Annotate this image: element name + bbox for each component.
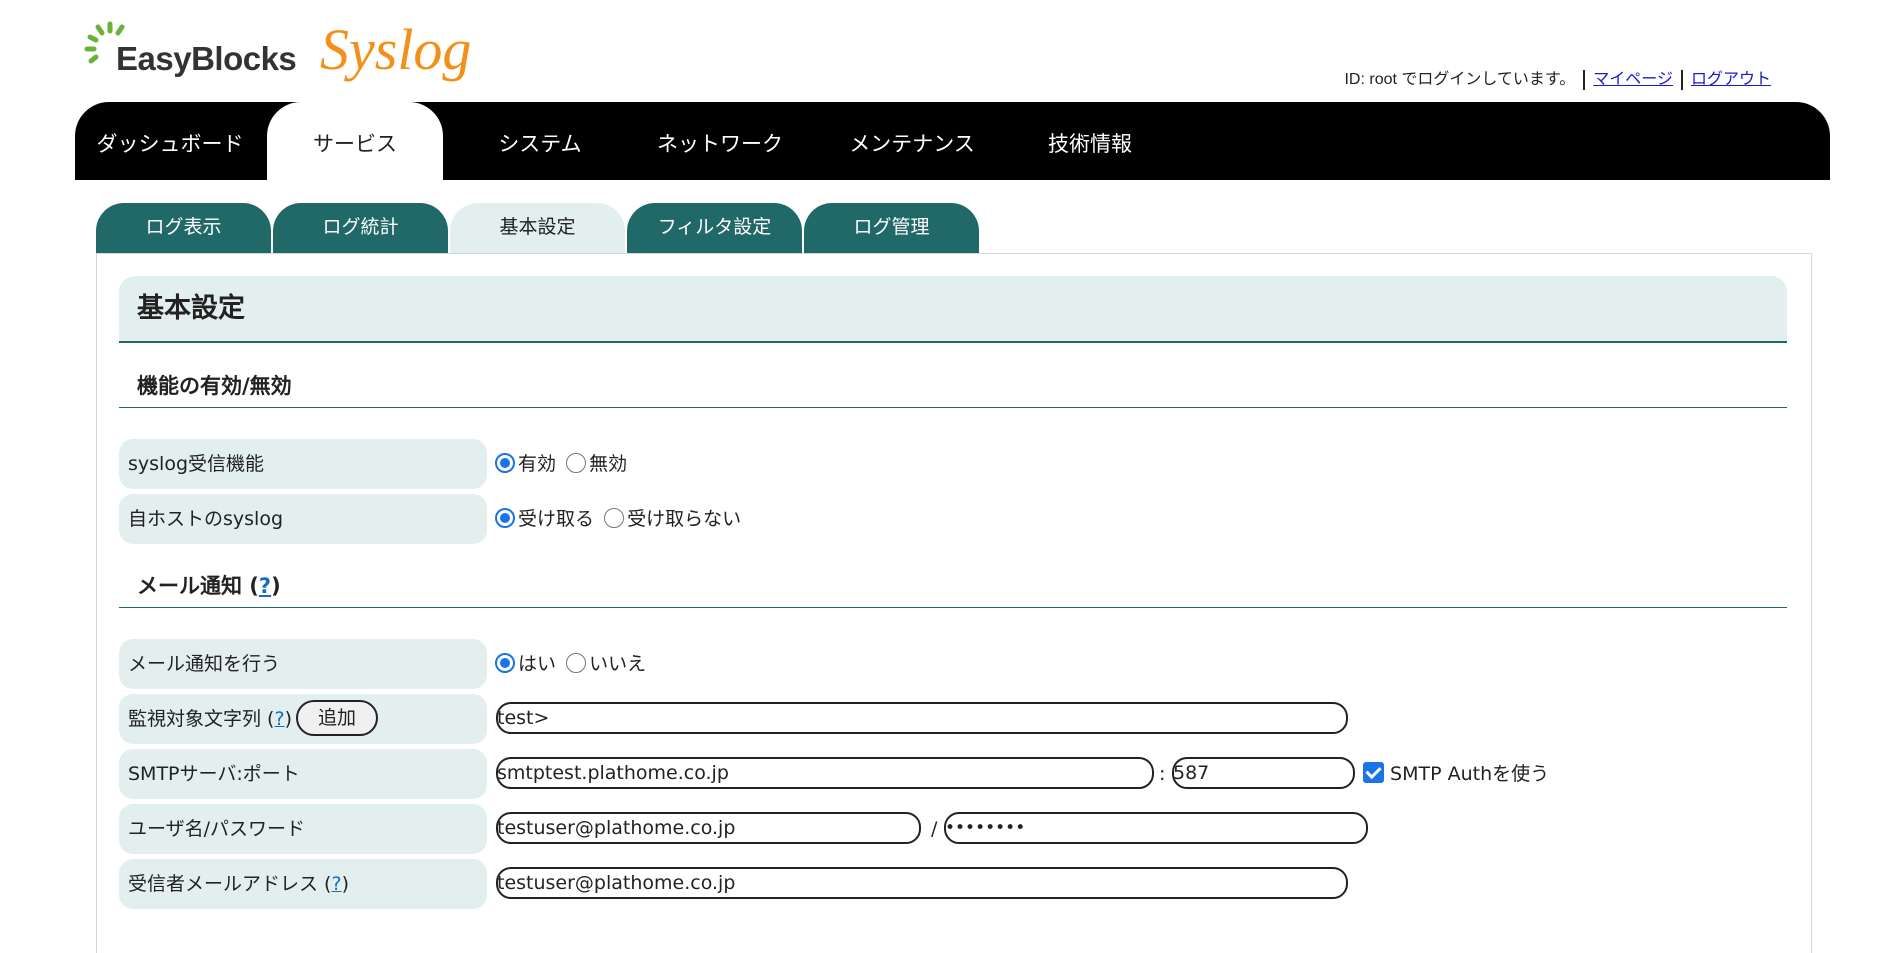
nav-tech-info[interactable]: 技術情報 (1015, 102, 1165, 180)
add-button[interactable]: 追加 (295, 699, 378, 736)
username-input[interactable]: testuser@plathome.co.jp (496, 812, 921, 844)
logo-text: EasyBlocks (116, 40, 297, 77)
username-value: testuser@plathome.co.jp (497, 817, 736, 839)
nav-system[interactable]: システム (460, 102, 620, 180)
nav-network[interactable]: ネットワーク (620, 102, 820, 180)
mail-notify-no-radio[interactable] (566, 652, 587, 673)
smtp-port-value: 587 (1173, 762, 1210, 784)
mail-notify-yes-radio[interactable] (495, 652, 515, 673)
password-input[interactable]: •••••••• (944, 812, 1368, 844)
recipient-input[interactable]: testuser@plathome.co.jp (496, 867, 1348, 899)
smtp-auth-checkbox[interactable] (1363, 762, 1384, 783)
local-syslog-off-label: 受け取らない (627, 508, 742, 530)
smtp-server-value: smtptest.plathome.co.jp (497, 762, 729, 784)
local-syslog-on-label: 受け取る (518, 508, 595, 530)
password-mask: •••••••• (945, 818, 1026, 838)
login-area: ID: root でログインしています。 マイページ ログアウト (1344, 65, 1771, 90)
syslog-receive-label: syslog受信機能 (119, 439, 487, 489)
smtp-colon: : (1159, 763, 1166, 785)
product-name: Syslog (320, 17, 472, 82)
mail-help-link[interactable]: ? (259, 574, 271, 598)
mail-notify-yes-label: はい (518, 653, 557, 675)
settings-panel: 基本設定 機能の有効/無効 syslog受信機能 有効 無効 自ホストのsysl… (96, 253, 1812, 953)
tab-filter-settings[interactable]: フィルタ設定 (627, 203, 802, 253)
main-nav: ダッシュボード サービス システム ネットワーク メンテナンス 技術情報 (75, 102, 1830, 180)
recipient-label: 受信者メールアドレス (128, 873, 319, 895)
section-mail-title: メール通知 (?) (119, 566, 1787, 608)
logout-link[interactable]: ログアウト (1691, 71, 1771, 88)
local-syslog-label: 自ホストのsyslog (119, 494, 487, 544)
watch-string-input[interactable]: test> (496, 702, 1348, 734)
smtp-server-input[interactable]: smtptest.plathome.co.jp (496, 757, 1154, 789)
login-status: ID: root でログインしています。 (1344, 71, 1576, 88)
watch-string-label: 監視対象文字列 (128, 708, 262, 730)
divider (1680, 69, 1683, 90)
section-feature-title: 機能の有効/無効 (119, 366, 1787, 408)
syslog-receive-on-label: 有効 (518, 453, 557, 475)
smtp-auth-option: SMTP Authを使う (1363, 749, 1549, 799)
tab-log-management[interactable]: ログ管理 (804, 203, 979, 253)
local-syslog-options: 受け取る 受け取らない (495, 494, 745, 544)
mail-notify-options: はい いいえ (495, 639, 650, 689)
row-smtp: SMTPサーバ:ポート smtptest.plathome.co.jp : 58… (119, 749, 1787, 799)
mail-section-title: メール通知 (137, 574, 242, 598)
nav-maintenance[interactable]: メンテナンス (812, 102, 1012, 180)
mypage-link[interactable]: マイページ (1593, 71, 1673, 88)
tab-log-stats[interactable]: ログ統計 (273, 203, 448, 253)
tab-basic-settings[interactable]: 基本設定 (450, 203, 625, 253)
syslog-receive-off-label: 無効 (589, 453, 628, 475)
row-local-syslog: 自ホストのsyslog 受け取る 受け取らない (119, 494, 1787, 544)
divider (1583, 69, 1586, 90)
local-syslog-off-radio[interactable] (604, 507, 625, 528)
row-user-password: ユーザ名/パスワード testuser@plathome.co.jp / •••… (119, 804, 1787, 854)
smtp-label: SMTPサーバ:ポート (119, 749, 487, 799)
app-logo: EasyBlocks Syslog (82, 17, 542, 88)
syslog-receive-options: 有効 無効 (495, 439, 631, 489)
syslog-receive-off-radio[interactable] (566, 452, 587, 473)
page-title: 基本設定 (119, 276, 1787, 343)
row-recipient: 受信者メールアドレス (?) testuser@plathome.co.jp (119, 859, 1787, 909)
recipient-label-cell: 受信者メールアドレス (?) (119, 859, 487, 909)
watch-string-label-cell: 監視対象文字列 (?) 追加 (119, 694, 487, 744)
watch-string-value: test> (497, 707, 550, 729)
watch-help-link[interactable]: ? (274, 708, 284, 730)
smtp-auth-label: SMTP Authを使う (1390, 763, 1550, 785)
local-syslog-on-radio[interactable] (495, 507, 515, 528)
row-mail-notify: メール通知を行う はい いいえ (119, 639, 1787, 689)
nav-service[interactable]: サービス (267, 102, 443, 180)
smtp-port-input[interactable]: 587 (1172, 757, 1355, 789)
user-password-slash: / (931, 818, 938, 840)
mail-notify-label: メール通知を行う (119, 639, 487, 689)
nav-dashboard[interactable]: ダッシュボード (85, 102, 255, 180)
tab-log-view[interactable]: ログ表示 (96, 203, 271, 253)
user-password-label: ユーザ名/パスワード (119, 804, 487, 854)
syslog-receive-on-radio[interactable] (495, 452, 515, 473)
mail-notify-no-label: いいえ (589, 653, 647, 675)
recipient-value: testuser@plathome.co.jp (497, 872, 736, 894)
row-syslog-receive: syslog受信機能 有効 無効 (119, 439, 1787, 489)
row-watch-string: 監視対象文字列 (?) 追加 test> (119, 694, 1787, 744)
recipient-help-link[interactable]: ? (331, 873, 341, 895)
